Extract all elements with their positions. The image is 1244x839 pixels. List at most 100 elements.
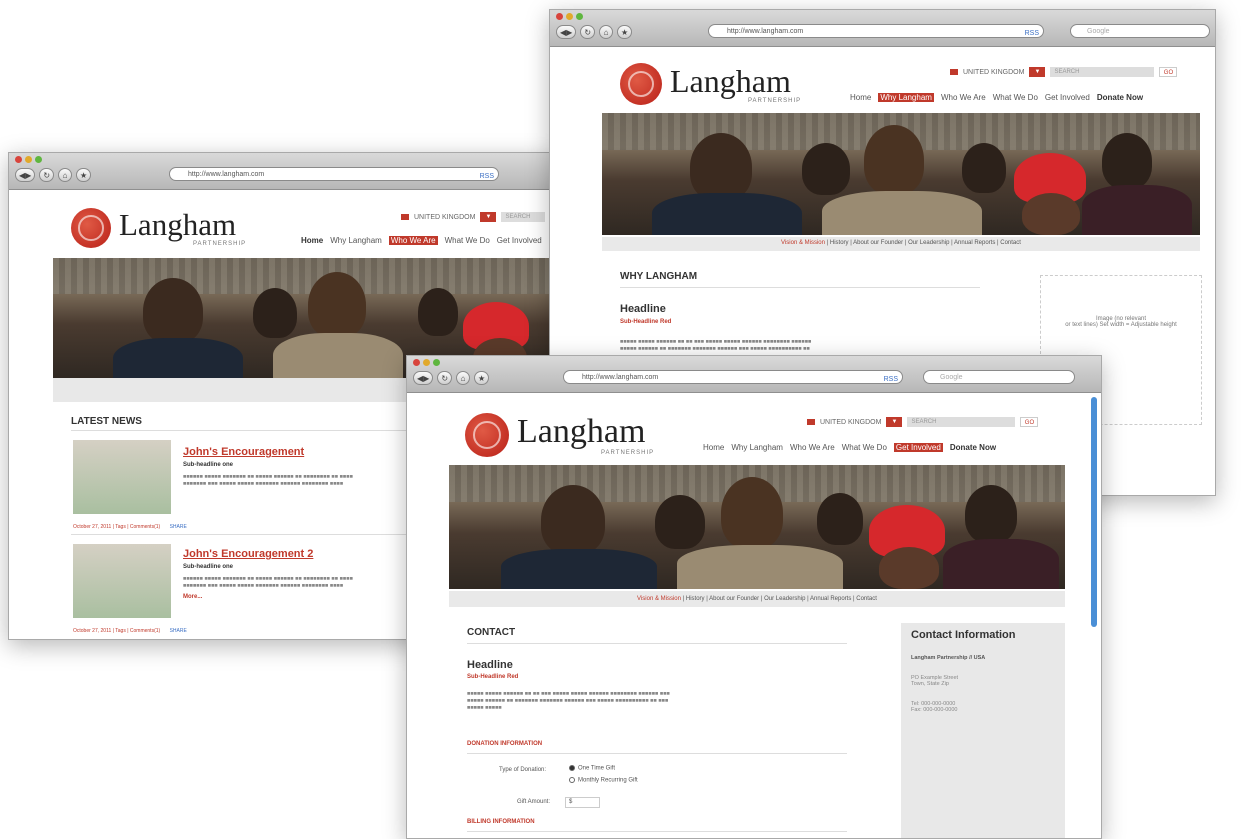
nav-who-we-are[interactable]: Who We Are xyxy=(790,443,835,452)
subnav-history[interactable]: History xyxy=(830,240,849,246)
url-bar[interactable]: http://www.langham.com RSS xyxy=(169,167,499,181)
site-logo[interactable]: Langham PARTNERSHIP xyxy=(620,63,801,105)
nav-who-we-are[interactable]: Who We Are xyxy=(388,236,438,245)
reload-icon[interactable]: ↻ xyxy=(39,168,55,182)
news-title-1[interactable]: John's Encouragement xyxy=(183,446,304,458)
nav-donate-now[interactable]: Donate Now xyxy=(950,443,996,452)
brand-name: Langham xyxy=(670,62,791,99)
home-icon[interactable]: ⌂ xyxy=(58,168,73,182)
subnav-about-founder[interactable]: About our Founder xyxy=(853,240,903,246)
url-bar[interactable]: http://www.langham.com RSS xyxy=(563,370,903,384)
nav-donate-now[interactable]: Donate Now xyxy=(1097,93,1143,102)
news-meta-2: October 27, 2011 | Tags | Comments(1) SH… xyxy=(73,628,187,634)
subnav-contact[interactable]: Contact xyxy=(1000,240,1021,246)
bookmark-icon[interactable]: ★ xyxy=(474,371,490,385)
subnav-contact[interactable]: Contact xyxy=(856,596,877,602)
contact-address: PO Example Street Town, State Zip xyxy=(911,675,959,687)
radio-selected-icon[interactable] xyxy=(569,765,575,771)
site-search-input[interactable]: SEARCH xyxy=(1050,67,1155,77)
site-search-input[interactable]: SEARCH xyxy=(501,212,546,222)
subnav-annual-reports[interactable]: Annual Reports xyxy=(810,596,851,602)
browser-toolbar: ◀▶ ↻ ⌂ ★ http://www.langham.com RSS xyxy=(9,153,557,190)
subnav-our-leadership[interactable]: Our Leadership xyxy=(764,596,805,602)
nav-get-involved[interactable]: Get Involved xyxy=(1045,93,1090,102)
vertical-scrollbar[interactable] xyxy=(1091,397,1097,627)
contact-phone: Tel: 000-000-0000 Fax: 000-000-0000 xyxy=(911,701,958,713)
browser-search-input[interactable]: Google xyxy=(923,370,1075,384)
page-headline: Headline xyxy=(467,659,513,671)
news-title-2[interactable]: John's Encouragement 2 xyxy=(183,548,313,560)
window-controls[interactable] xyxy=(556,13,583,20)
nav-what-we-do[interactable]: What We Do xyxy=(445,236,490,245)
gift-amount-input[interactable]: $ xyxy=(565,797,600,808)
nav-why-langham[interactable]: Why Langham xyxy=(731,443,783,452)
news-image-1[interactable] xyxy=(73,440,171,514)
globe-logo-icon xyxy=(465,413,509,457)
country-dropdown-icon[interactable]: ▼ xyxy=(886,417,903,427)
share-button[interactable]: SHARE xyxy=(170,524,187,530)
radio-unselected-icon[interactable] xyxy=(569,777,575,783)
nav-who-we-are[interactable]: Who We Are xyxy=(941,93,986,102)
country-label[interactable]: UNITED KINGDOM xyxy=(414,214,475,221)
nav-why-langham[interactable]: Why Langham xyxy=(878,93,934,102)
nav-get-involved[interactable]: Get Involved xyxy=(893,443,943,452)
share-button-2[interactable]: SHARE xyxy=(170,628,187,634)
browser-search-input[interactable]: Google xyxy=(1070,24,1210,38)
page-subheadline: Sub-Headline Red xyxy=(467,674,519,680)
window-controls[interactable] xyxy=(413,359,440,366)
country-label[interactable]: UNITED KINGDOM xyxy=(963,69,1024,76)
back-forward-icon[interactable]: ◀▶ xyxy=(413,371,434,385)
bookmark-icon[interactable]: ★ xyxy=(76,168,92,182)
subnav-history[interactable]: History xyxy=(686,596,705,602)
subnav-annual-reports[interactable]: Annual Reports xyxy=(954,240,995,246)
radio-monthly[interactable]: Monthly Recurring Gift xyxy=(569,777,638,784)
nav-home[interactable]: Home xyxy=(301,236,323,245)
rss-icon[interactable]: RSS xyxy=(480,170,494,180)
home-icon[interactable]: ⌂ xyxy=(456,371,471,385)
bookmark-icon[interactable]: ★ xyxy=(617,25,633,39)
subnav-about-founder[interactable]: About our Founder xyxy=(709,596,759,602)
search-go-button[interactable]: GO xyxy=(1159,67,1178,77)
country-dropdown-icon[interactable]: ▼ xyxy=(480,212,497,222)
nav-get-involved[interactable]: Get Involved xyxy=(497,236,542,245)
back-forward-icon[interactable]: ◀▶ xyxy=(15,168,36,182)
country-label[interactable]: UNITED KINGDOM xyxy=(820,419,881,426)
home-icon[interactable]: ⌂ xyxy=(599,25,614,39)
news-image-2[interactable] xyxy=(73,544,171,618)
search-go-button[interactable]: GO xyxy=(1020,417,1039,427)
back-forward-icon[interactable]: ◀▶ xyxy=(556,25,577,39)
window-controls[interactable] xyxy=(15,156,42,163)
page-body-text: ■■■■■ ■■■■■ ■■■■■■ ■■ ■■ ■■■ ■■■■■ ■■■■■… xyxy=(467,691,670,711)
radio-one-time[interactable]: One Time Gift xyxy=(569,765,615,772)
nav-why-langham[interactable]: Why Langham xyxy=(330,236,382,245)
flag-icon xyxy=(807,419,815,425)
url-bar[interactable]: http://www.langham.com RSS xyxy=(708,24,1044,38)
subnav-vision-mission[interactable]: Vision & Mission xyxy=(781,240,825,246)
subnav-our-leadership[interactable]: Our Leadership xyxy=(908,240,949,246)
utility-bar: UNITED KINGDOM ▼ SEARCH GO xyxy=(950,67,1178,77)
browser-toolbar: ◀▶ ↻ ⌂ ★ http://www.langham.com RSS Googl… xyxy=(550,10,1215,47)
rss-icon[interactable]: RSS xyxy=(884,373,898,383)
reload-icon[interactable]: ↻ xyxy=(437,371,453,385)
flag-icon xyxy=(950,69,958,75)
site-logo[interactable]: Langham PARTNERSHIP xyxy=(71,208,246,248)
brand-name: Langham xyxy=(119,207,237,242)
site-search-input[interactable]: SEARCH xyxy=(907,417,1016,427)
subnav-vision-mission[interactable]: Vision & Mission xyxy=(637,596,681,602)
page-subheadline: Sub-Headline Red xyxy=(620,319,672,325)
country-dropdown-icon[interactable]: ▼ xyxy=(1029,67,1046,77)
browser-toolbar: ◀▶ ↻ ⌂ ★ http://www.langham.com RSS Googl… xyxy=(407,356,1101,393)
sub-navigation: Vision & Mission | History | About our F… xyxy=(449,591,1065,607)
main-nav: Home Why Langham Who We Are What We Do G… xyxy=(301,236,542,245)
nav-what-we-do[interactable]: What We Do xyxy=(993,93,1038,102)
nav-home[interactable]: Home xyxy=(850,93,871,102)
site-logo[interactable]: Langham PARTNERSHIP xyxy=(465,413,654,457)
read-more-link[interactable]: More... xyxy=(183,594,202,600)
page-body-text: ■■■■■ ■■■■■ ■■■■■■ ■■ ■■ ■■■ ■■■■■ ■■■■■… xyxy=(620,339,812,352)
nav-home[interactable]: Home xyxy=(703,443,724,452)
nav-what-we-do[interactable]: What We Do xyxy=(842,443,887,452)
donation-heading: DONATION INFORMATION xyxy=(467,741,543,747)
main-nav: Home Why Langham Who We Are What We Do G… xyxy=(850,93,1143,102)
reload-icon[interactable]: ↻ xyxy=(580,25,596,39)
rss-icon[interactable]: RSS xyxy=(1025,27,1039,37)
